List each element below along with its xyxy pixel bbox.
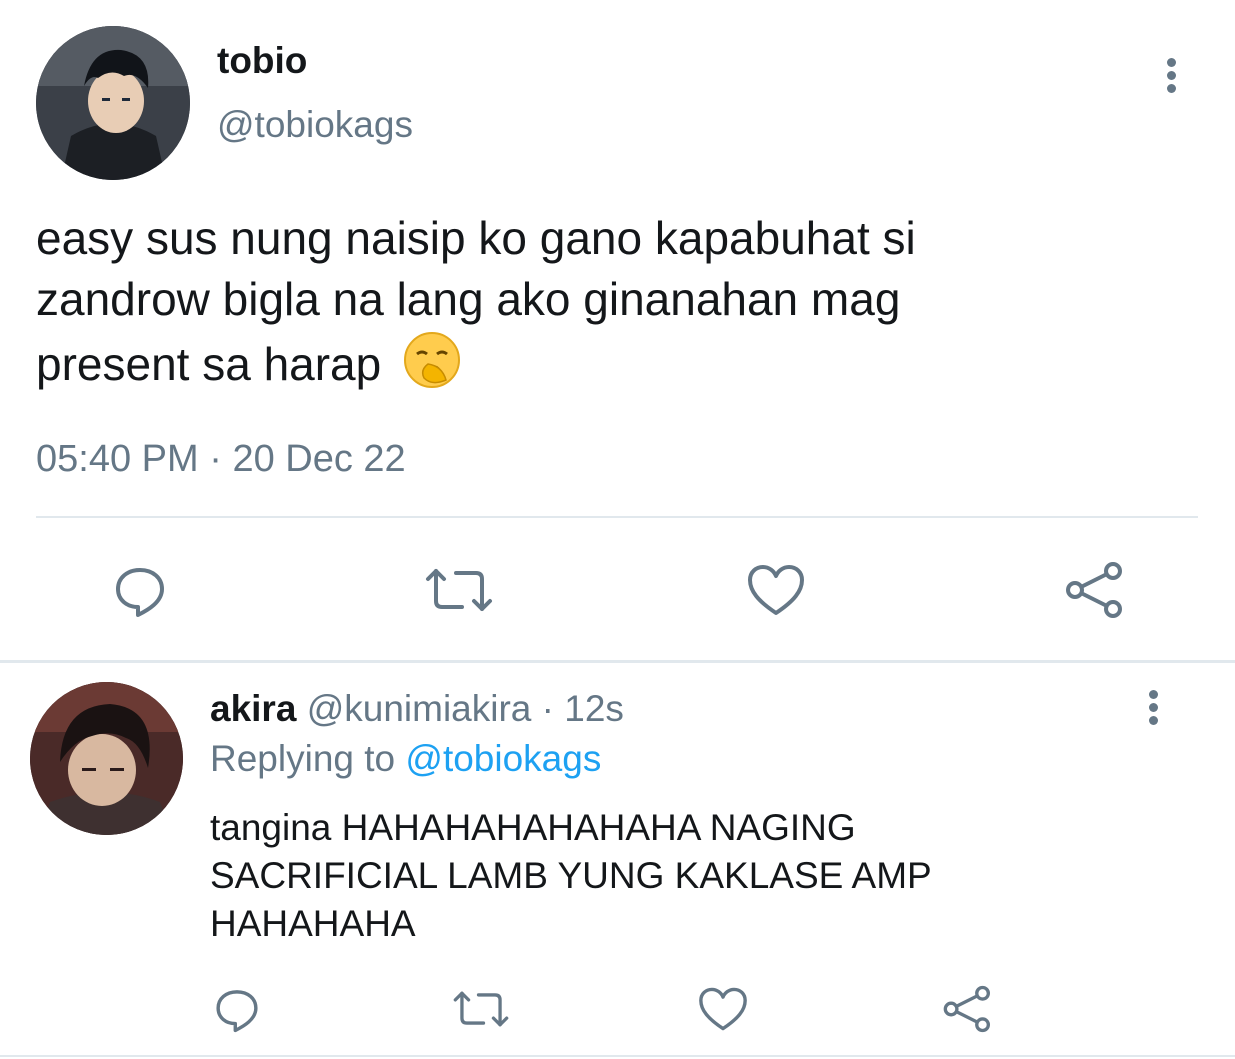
reply-avatar[interactable] <box>30 682 183 835</box>
share-icon[interactable] <box>940 984 992 1034</box>
tweet-text-line: SACRIFICIAL LAMB YUNG KAKLASE AMP <box>210 855 932 896</box>
retweet-icon[interactable] <box>424 560 494 620</box>
tweet-text-line: present sa harap <box>36 338 382 390</box>
reply-handle[interactable]: @kunimiakira <box>307 688 532 729</box>
like-icon[interactable] <box>696 984 750 1034</box>
share-icon[interactable] <box>1062 560 1124 620</box>
main-tweet-text: easy sus nung naisip ko gano kapabuhat s… <box>36 208 1216 405</box>
more-vertical-icon[interactable] <box>1166 58 1176 93</box>
reply-separator: · <box>541 688 554 729</box>
more-vertical-icon[interactable] <box>1148 690 1158 725</box>
replying-to-row: Replying to @tobiokags <box>210 738 601 780</box>
thread-divider <box>0 660 1235 663</box>
timestamp-separator: · <box>209 438 222 480</box>
yawning-face-emoji <box>402 330 462 405</box>
avatar-image <box>30 682 183 835</box>
main-date[interactable]: 20 Dec 22 <box>232 438 405 480</box>
bottom-divider <box>0 1055 1235 1057</box>
main-avatar[interactable] <box>36 26 190 180</box>
replying-to-handle[interactable]: @tobiokags <box>405 738 601 779</box>
tweet-text-line: HAHAHAHA <box>210 903 416 944</box>
main-timestamp-row: 05:40 PM · 20 Dec 22 <box>36 438 406 481</box>
reply-icon[interactable] <box>212 984 262 1034</box>
retweet-icon[interactable] <box>452 984 510 1034</box>
reply-tweet-text: tangina HAHAHAHAHAHAHA NAGING SACRIFICIA… <box>210 804 1210 948</box>
tweet-text-line-with-emoji: present sa harap <box>36 330 1216 405</box>
main-divider <box>36 516 1198 518</box>
tweet-text-line: zandrow bigla na lang ako ginanahan mag <box>36 273 901 325</box>
reply-header: akira @kunimiakira · 12s <box>210 688 624 730</box>
avatar-image <box>36 26 190 180</box>
main-handle[interactable]: @tobiokags <box>217 104 413 146</box>
tweet-text-line: easy sus nung naisip ko gano kapabuhat s… <box>36 212 916 264</box>
main-time[interactable]: 05:40 PM <box>36 438 199 480</box>
reply-display-name[interactable]: akira <box>210 688 296 729</box>
tweet-text-line: tangina HAHAHAHAHAHAHA NAGING <box>210 807 856 848</box>
reply-time-ago[interactable]: 12s <box>564 688 624 729</box>
like-icon[interactable] <box>745 560 807 620</box>
replying-to-label: Replying to <box>210 738 396 779</box>
reply-icon[interactable] <box>110 560 170 620</box>
main-display-name[interactable]: tobio <box>217 40 307 82</box>
